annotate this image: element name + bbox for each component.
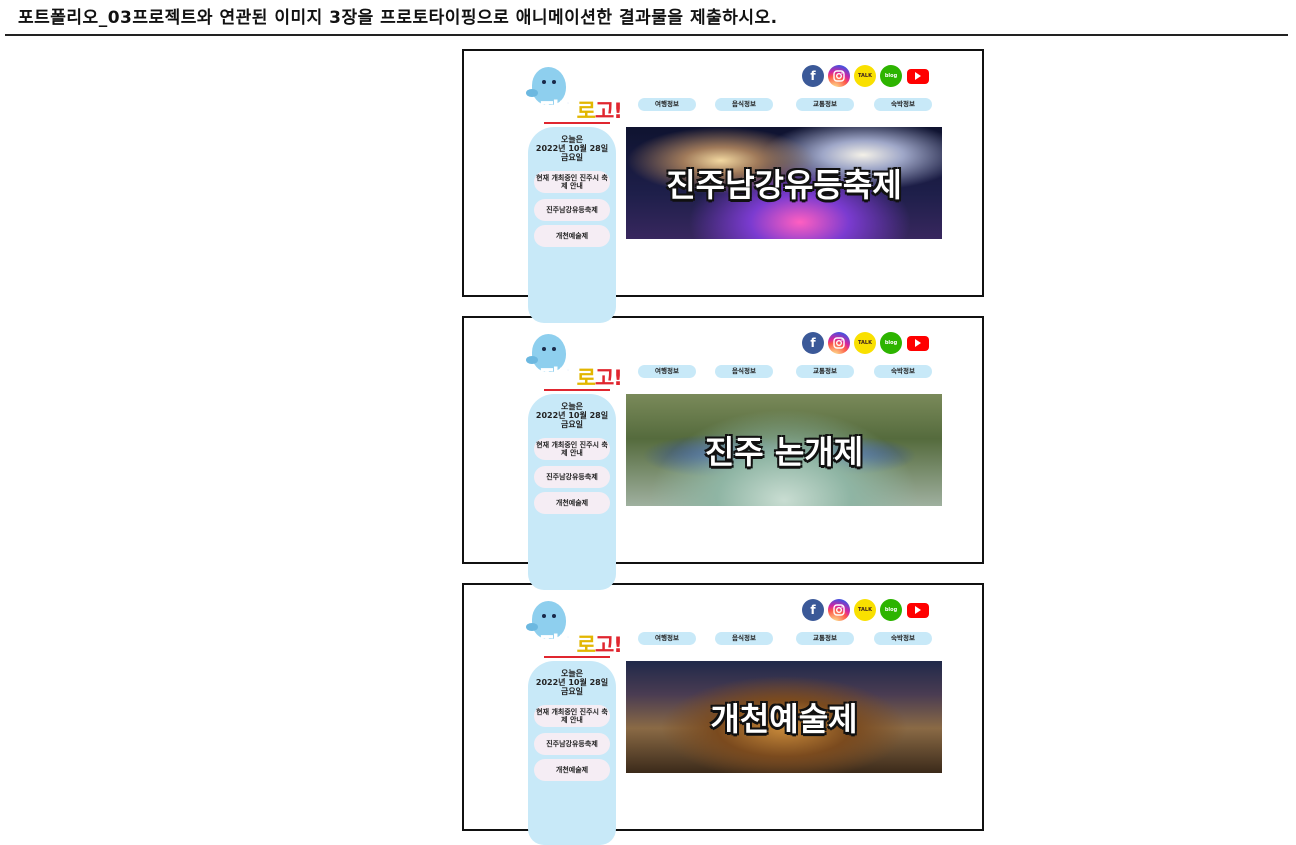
sidebar: 오늘은 2022년 10월 28일 금요일 현재 개최중인 진주시 축제 안내 … [528,661,616,845]
logo-underline [544,389,610,391]
prototype-frame-2: 오늘은 2022년 10월 28일 금요일 현재 개최중인 진주시 축제 안내 … [462,316,984,590]
blog-icon[interactable]: blog [880,599,902,621]
logo-text: 진주로고! [540,99,623,124]
nav-food-info[interactable]: 음식정보 [715,98,773,111]
festival-banner: 진주남강유등축제 [626,127,942,239]
logo-text: 진주로고! [540,366,623,391]
current-festival-button[interactable]: 현재 개최중인 진주시 축제 안내 [534,438,610,460]
page-title: 포트폴리오_03프로젝트와 연관된 이미지 3장을 프로토타이핑으로 애니메이션… [18,8,778,28]
instagram-icon[interactable] [828,65,850,87]
facebook-icon[interactable]: f [802,332,824,354]
banner-caption: 진주남강유등축제 [666,166,902,204]
facebook-icon[interactable]: f [802,599,824,621]
blog-icon[interactable]: blog [880,332,902,354]
nav-traffic-info[interactable]: 교통정보 [796,632,854,645]
kakaotalk-icon[interactable]: TALK [854,332,876,354]
festival-banner: 개천예술제 [626,661,942,773]
banner-caption: 개천예술제 [710,700,858,738]
festival-banner: 진주 논개제 [626,394,942,506]
kakaotalk-icon[interactable]: TALK [854,65,876,87]
instagram-icon[interactable] [828,332,850,354]
youtube-icon[interactable] [906,332,930,354]
nav-food-info[interactable]: 음식정보 [715,365,773,378]
nav-food-info[interactable]: 음식정보 [715,632,773,645]
festival-link-yudeung[interactable]: 진주남강유등축제 [534,733,610,755]
site-logo[interactable]: 진주로고! [526,599,623,659]
sidebar: 오늘은 2022년 10월 28일 금요일 현재 개최중인 진주시 축제 안내 … [528,394,616,590]
logo-text: 진주로고! [540,633,623,658]
site-logo[interactable]: 진주로고! [526,332,623,392]
today-date: 오늘은 2022년 10월 28일 금요일 [535,135,609,162]
today-date: 오늘은 2022년 10월 28일 금요일 [535,669,609,696]
festival-link-gaecheon[interactable]: 개천예술제 [534,759,610,781]
blog-icon[interactable]: blog [880,65,902,87]
facebook-icon[interactable]: f [802,65,824,87]
social-links: f TALK blog [802,599,930,621]
current-festival-button[interactable]: 현재 개최중인 진주시 축제 안내 [534,171,610,193]
prototype-frame-1: 오늘은 2022년 10월 28일 금요일 현재 개최중인 진주시 축제 안내 … [462,49,984,323]
festival-link-yudeung[interactable]: 진주남강유등축제 [534,466,610,488]
nav-travel-info[interactable]: 여행정보 [638,98,696,111]
title-divider [5,34,1288,36]
social-links: f TALK blog [802,65,930,87]
current-festival-button[interactable]: 현재 개최중인 진주시 축제 안내 [534,705,610,727]
banner-caption: 진주 논개제 [704,433,864,471]
festival-link-gaecheon[interactable]: 개천예술제 [534,225,610,247]
today-date: 오늘은 2022년 10월 28일 금요일 [535,402,609,429]
festival-link-yudeung[interactable]: 진주남강유등축제 [534,199,610,221]
nav-travel-info[interactable]: 여행정보 [638,632,696,645]
site-logo[interactable]: 진주로고! [526,65,623,125]
youtube-icon[interactable] [906,599,930,621]
prototype-frame-3: 오늘은 2022년 10월 28일 금요일 현재 개최중인 진주시 축제 안내 … [462,583,984,845]
youtube-icon[interactable] [906,65,930,87]
logo-underline [544,656,610,658]
nav-traffic-info[interactable]: 교통정보 [796,365,854,378]
logo-underline [544,122,610,124]
instagram-icon[interactable] [828,599,850,621]
social-links: f TALK blog [802,332,930,354]
kakaotalk-icon[interactable]: TALK [854,599,876,621]
nav-lodging-info[interactable]: 숙박정보 [874,365,932,378]
nav-lodging-info[interactable]: 숙박정보 [874,632,932,645]
festival-link-gaecheon[interactable]: 개천예술제 [534,492,610,514]
nav-lodging-info[interactable]: 숙박정보 [874,98,932,111]
nav-travel-info[interactable]: 여행정보 [638,365,696,378]
nav-traffic-info[interactable]: 교통정보 [796,98,854,111]
sidebar: 오늘은 2022년 10월 28일 금요일 현재 개최중인 진주시 축제 안내 … [528,127,616,323]
